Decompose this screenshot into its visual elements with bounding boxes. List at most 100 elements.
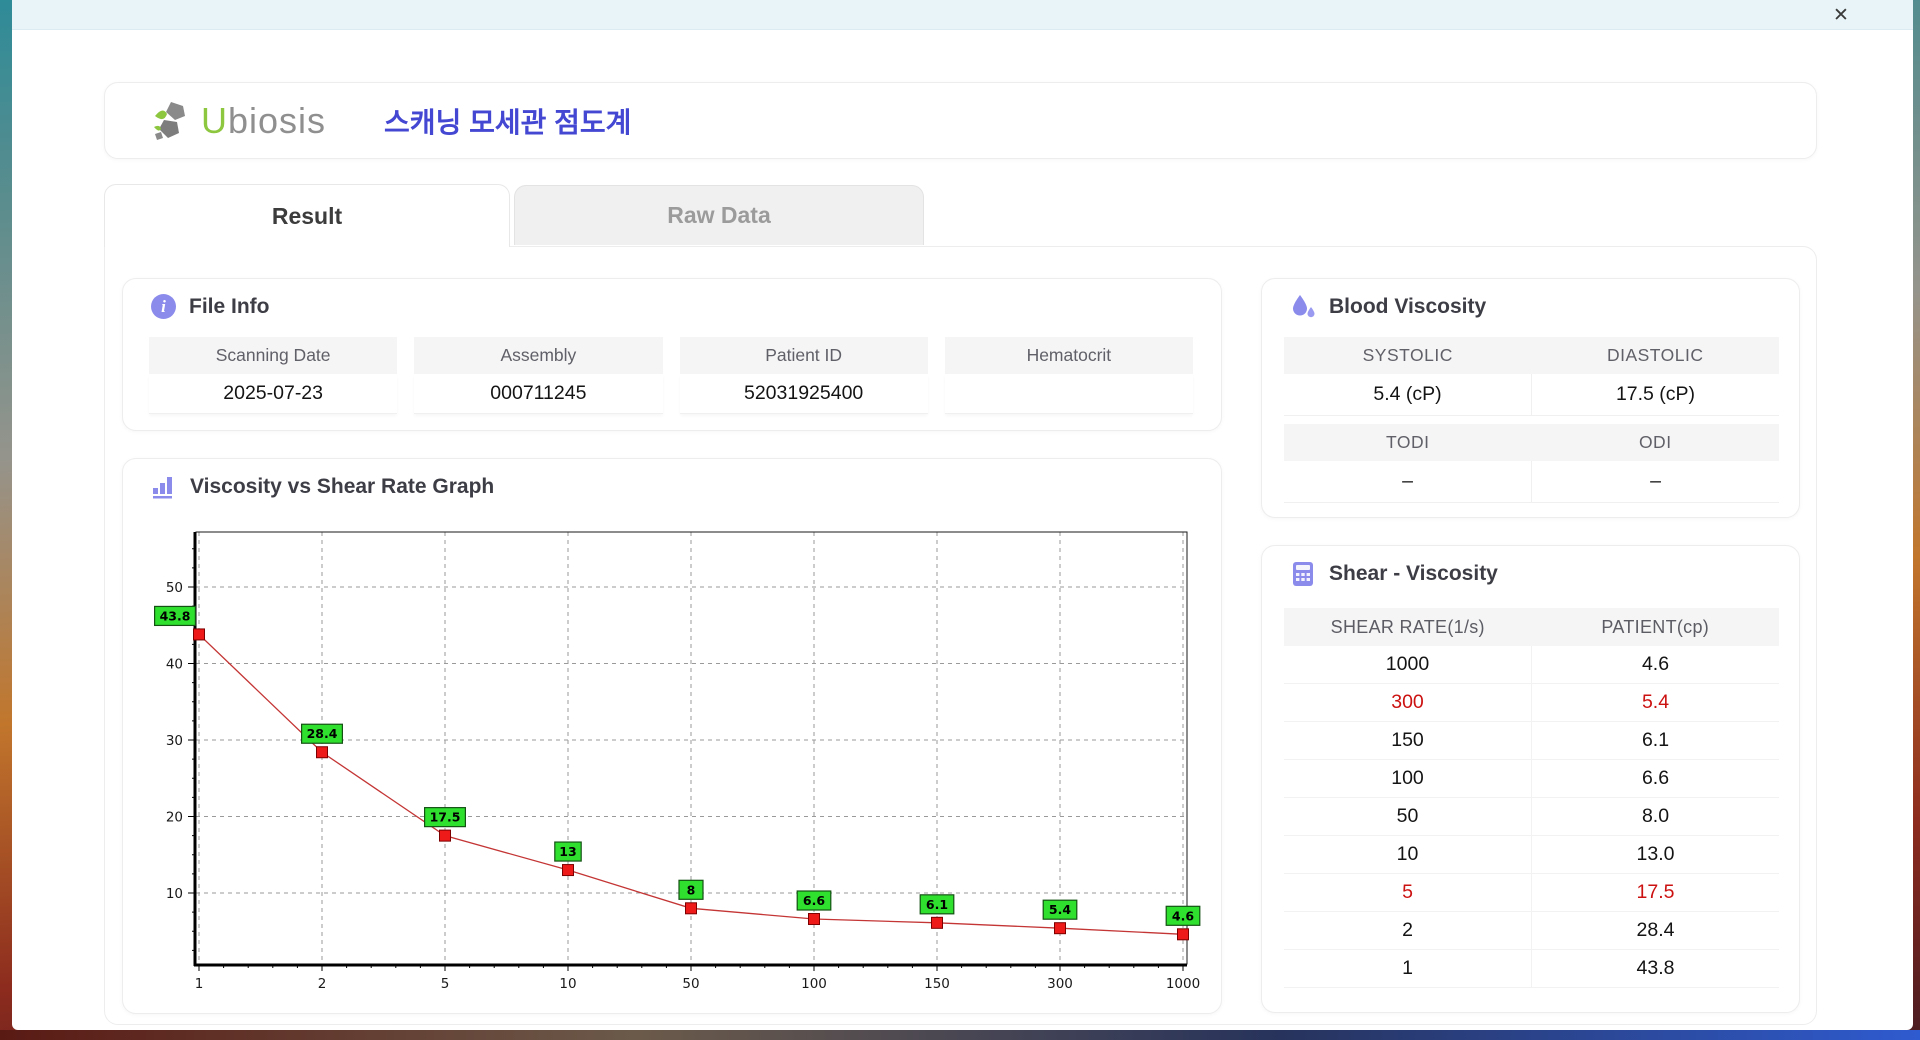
viscosity-chart-svg: 10 20 30 40 50 1 2 5 10 50 100 150 300 1000 43.8 28.4 17… (154, 531, 1201, 992)
table-row: 100 6.6 (1284, 760, 1779, 798)
field-assembly: Assembly 000711245 (414, 337, 663, 414)
odi-label: ODI (1638, 432, 1672, 452)
patient-cell: 28.4 (1636, 919, 1675, 941)
viscosity-graph-panel: Viscosity vs Shear Rate Graph 10 20 30 40 50… (122, 458, 1222, 1014)
shear-rate-cell: 1000 (1284, 646, 1532, 683)
calculator-icon (1290, 561, 1316, 587)
svg-text:50: 50 (682, 976, 699, 992)
shear-rate-cell: 50 (1284, 798, 1532, 835)
svg-text:1: 1 (195, 976, 204, 992)
table-row: 1 43.8 (1284, 950, 1779, 988)
tab-result[interactable]: Result (104, 184, 510, 247)
shear-rate-cell: 150 (1284, 722, 1532, 759)
ubiosis-logo-icon (151, 99, 195, 143)
diastolic-label: DIASTOLIC (1606, 345, 1704, 365)
svg-text:30: 30 (166, 733, 183, 749)
svg-text:10: 10 (166, 886, 183, 902)
shear-viscosity-table: SHEAR RATE(1/s) PATIENT(cp) 1000 4.6 300 5… (1284, 608, 1779, 988)
table-row: 300 5.4 (1284, 684, 1779, 722)
col-patient: PATIENT(cp) (1601, 616, 1710, 637)
svg-text:8: 8 (687, 882, 696, 897)
patient-cell: 8.0 (1641, 805, 1670, 827)
file-info-panel: i File Info Scanning Date 2025-07-23 Ass… (122, 278, 1222, 431)
svg-text:6.1: 6.1 (926, 897, 948, 912)
patient-cell: 5.4 (1641, 691, 1670, 713)
svg-text:13: 13 (559, 844, 576, 859)
patient-cell: 6.6 (1641, 767, 1670, 789)
svg-text:28.4: 28.4 (307, 726, 338, 741)
patient-cell: 6.1 (1641, 729, 1670, 751)
table-row: 10 13.0 (1284, 836, 1779, 874)
blood-viscosity-title: Blood Viscosity (1329, 295, 1487, 318)
odi-value: – (1650, 470, 1661, 492)
field-label: Assembly (414, 337, 663, 374)
field-label: Hematocrit (944, 337, 1193, 374)
app-title-korean: 스캐닝 모세관 점도계 (384, 106, 632, 138)
systolic-label: SYSTOLIC (1362, 345, 1453, 365)
blood-viscosity-row-1: SYSTOLIC DIASTOLIC 5.4 (cP) 17.5 (cP) (1284, 337, 1779, 416)
svg-text:1000: 1000 (1166, 976, 1200, 992)
app-window: ✕ Ubiosis 스캐닝 모세관 점도계 Result Raw Data i … (12, 0, 1913, 1030)
field-value (944, 374, 1193, 414)
patient-cell: 4.6 (1641, 653, 1670, 675)
svg-text:43.8: 43.8 (160, 608, 191, 623)
close-icon[interactable]: ✕ (1827, 2, 1855, 28)
patient-cell: 17.5 (1636, 881, 1675, 903)
patient-cell: 43.8 (1636, 957, 1675, 979)
svg-text:300: 300 (1047, 976, 1073, 992)
svg-text:150: 150 (924, 976, 950, 992)
field-hematocrit: Hematocrit (944, 337, 1193, 414)
todi-value: – (1284, 461, 1532, 502)
svg-text:100: 100 (801, 976, 827, 992)
table-row: 150 6.1 (1284, 722, 1779, 760)
svg-text:6.6: 6.6 (803, 893, 825, 908)
svg-text:5.4: 5.4 (1049, 902, 1071, 917)
patient-cell: 13.0 (1636, 843, 1675, 865)
droplet-icon (1290, 294, 1316, 320)
title-bar: ✕ (12, 0, 1913, 30)
field-value: 52031925400 (679, 374, 928, 414)
table-row: 2 28.4 (1284, 912, 1779, 950)
shear-rate-cell: 1 (1284, 950, 1532, 987)
shear-rate-cell: 100 (1284, 760, 1532, 797)
systolic-value: 5.4 (cP) (1284, 374, 1532, 415)
svg-text:4.6: 4.6 (1172, 908, 1194, 923)
svg-text:17.5: 17.5 (430, 810, 461, 825)
field-label: Patient ID (679, 337, 928, 374)
field-value: 000711245 (414, 374, 663, 414)
table-row: 1000 4.6 (1284, 646, 1779, 684)
diastolic-value: 17.5 (cP) (1615, 383, 1696, 405)
shear-rate-cell: 10 (1284, 836, 1532, 873)
col-shear-rate: SHEAR RATE(1/s) (1330, 616, 1485, 637)
field-value: 2025-07-23 (149, 374, 398, 414)
tab-raw-data[interactable]: Raw Data (514, 185, 924, 245)
svg-text:2: 2 (318, 976, 327, 992)
file-info-fields: Scanning Date 2025-07-23 Assembly 000711… (149, 337, 1193, 414)
info-icon: i (151, 294, 176, 319)
table-row: 5 17.5 (1284, 874, 1779, 912)
svg-text:20: 20 (166, 810, 183, 826)
svg-text:40: 40 (166, 657, 183, 673)
table-header-row: SHEAR RATE(1/s) PATIENT(cp) (1284, 608, 1779, 646)
blood-viscosity-panel: Blood Viscosity SYSTOLIC DIASTOLIC 5.4 (… (1261, 278, 1800, 518)
shear-rate-cell: 5 (1284, 874, 1532, 911)
field-patient-id: Patient ID 52031925400 (679, 337, 928, 414)
logo-text: Ubiosis (201, 99, 327, 141)
todi-label: TODI (1386, 432, 1430, 452)
header-card: Ubiosis 스캐닝 모세관 점도계 (104, 82, 1817, 159)
svg-text:10: 10 (559, 976, 576, 992)
file-info-title: File Info (189, 294, 270, 318)
bar-chart-icon (151, 474, 177, 500)
graph-title: Viscosity vs Shear Rate Graph (190, 475, 495, 498)
field-scanning-date: Scanning Date 2025-07-23 (149, 337, 398, 414)
blood-viscosity-row-2: TODI ODI – – (1284, 424, 1779, 503)
svg-text:50: 50 (166, 580, 183, 596)
chart-area: 10 20 30 40 50 1 2 5 10 50 100 150 300 1000 43.8 28.4 17… (153, 517, 1213, 997)
field-label: Scanning Date (149, 337, 398, 374)
ubiosis-logo: Ubiosis (151, 99, 326, 143)
shear-rate-cell: 2 (1284, 912, 1532, 949)
desktop-wallpaper-strip (0, 1030, 1920, 1040)
shear-viscosity-title: Shear - Viscosity (1329, 562, 1498, 585)
table-row: 50 8.0 (1284, 798, 1779, 836)
shear-viscosity-panel: Shear - Viscosity SHEAR RATE(1/s) PATIEN… (1261, 545, 1800, 1013)
